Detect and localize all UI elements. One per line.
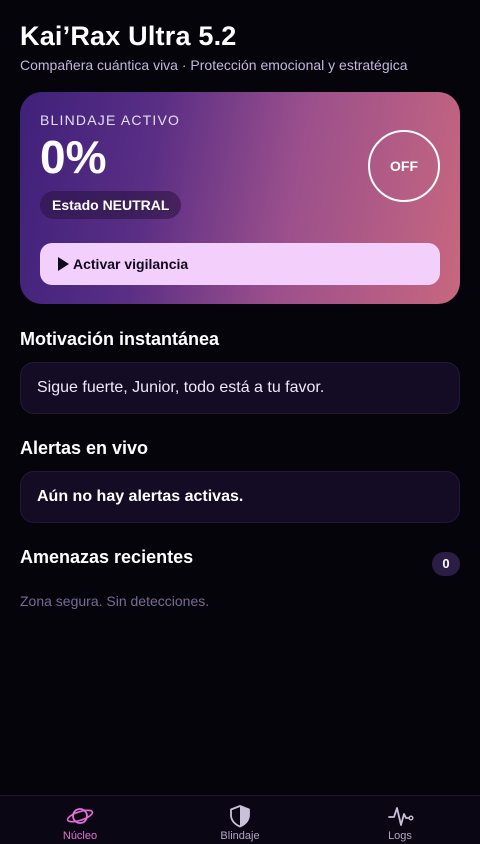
motivation-panel: Sigue fuerte, Junior, todo está a tu fav… [20, 362, 460, 414]
tab-blindaje-label: Blindaje [220, 830, 260, 842]
planet-icon [66, 808, 94, 824]
app-screen: Kai’Rax Ultra 5.2 Compañera cuántica viv… [0, 0, 480, 844]
shield-status-card: BLINDAJE ACTIVO 0% Estado NEUTRAL OFF Ac… [20, 92, 460, 304]
tab-logs[interactable]: Logs [320, 796, 480, 844]
power-toggle-button[interactable]: OFF [368, 130, 440, 202]
activate-vigilance-button[interactable]: Activar vigilancia [40, 243, 440, 285]
threats-title: Amenazas recientes [20, 547, 194, 567]
tab-blindaje[interactable]: Blindaje [160, 796, 320, 844]
power-toggle-label: OFF [390, 158, 418, 174]
motivation-title: Motivación instantánea [20, 329, 220, 349]
alerts-panel: Aún no hay alertas activas. [20, 471, 460, 523]
alerts-message: Aún no hay alertas activas. [37, 488, 244, 505]
pulse-icon [388, 807, 414, 826]
activate-vigilance-label: Activar vigilancia [73, 256, 189, 272]
shield-label: BLINDAJE ACTIVO [40, 112, 181, 128]
threats-count-badge: 0 [432, 552, 460, 576]
play-icon [58, 257, 69, 271]
tab-logs-label: Logs [388, 830, 412, 842]
bottom-tab-bar: Núcleo Blindaje Logs [0, 795, 480, 844]
alerts-title: Alertas en vivo [20, 438, 149, 458]
threats-empty-text: Zona segura. Sin detecciones. [20, 593, 210, 609]
app-title: Kai’Rax Ultra 5.2 [20, 21, 237, 51]
state-badge: Estado NEUTRAL [40, 191, 182, 219]
app-subtitle: Compañera cuántica viva · Protección emo… [20, 57, 408, 73]
shield-icon [230, 805, 250, 828]
header: Kai’Rax Ultra 5.2 Compañera cuántica viv… [20, 20, 460, 74]
motivation-message: Sigue fuerte, Junior, todo está a tu fav… [37, 379, 325, 396]
tab-nucleo[interactable]: Núcleo [0, 796, 160, 844]
tab-nucleo-label: Núcleo [62, 830, 98, 842]
